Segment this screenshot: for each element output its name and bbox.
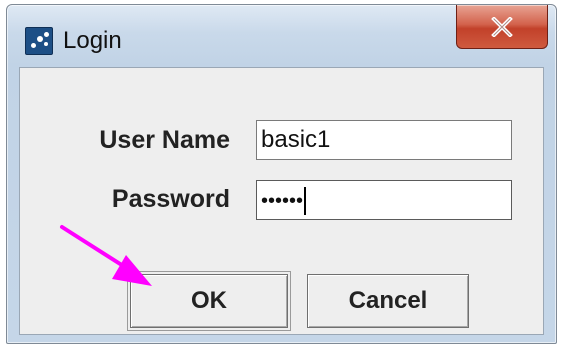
password-field[interactable]: •••••• (256, 180, 512, 220)
close-icon (491, 16, 513, 37)
user-name-label: User Name (99, 126, 230, 154)
password-label: Password (111, 185, 230, 213)
window-title: Login (63, 27, 122, 54)
app-dots-icon (25, 27, 53, 55)
login-dialog: Login User Name basic1 Password •••••• O… (6, 4, 557, 344)
password-value: •••••• (261, 190, 304, 212)
text-caret (304, 186, 307, 215)
title-bar[interactable]: Login (7, 5, 556, 67)
dialog-content: User Name basic1 Password •••••• OK Canc… (19, 67, 544, 335)
ok-button[interactable]: OK (127, 271, 291, 331)
close-button[interactable] (456, 5, 548, 49)
cancel-button[interactable]: Cancel (307, 274, 469, 328)
user-name-field[interactable]: basic1 (256, 120, 512, 160)
